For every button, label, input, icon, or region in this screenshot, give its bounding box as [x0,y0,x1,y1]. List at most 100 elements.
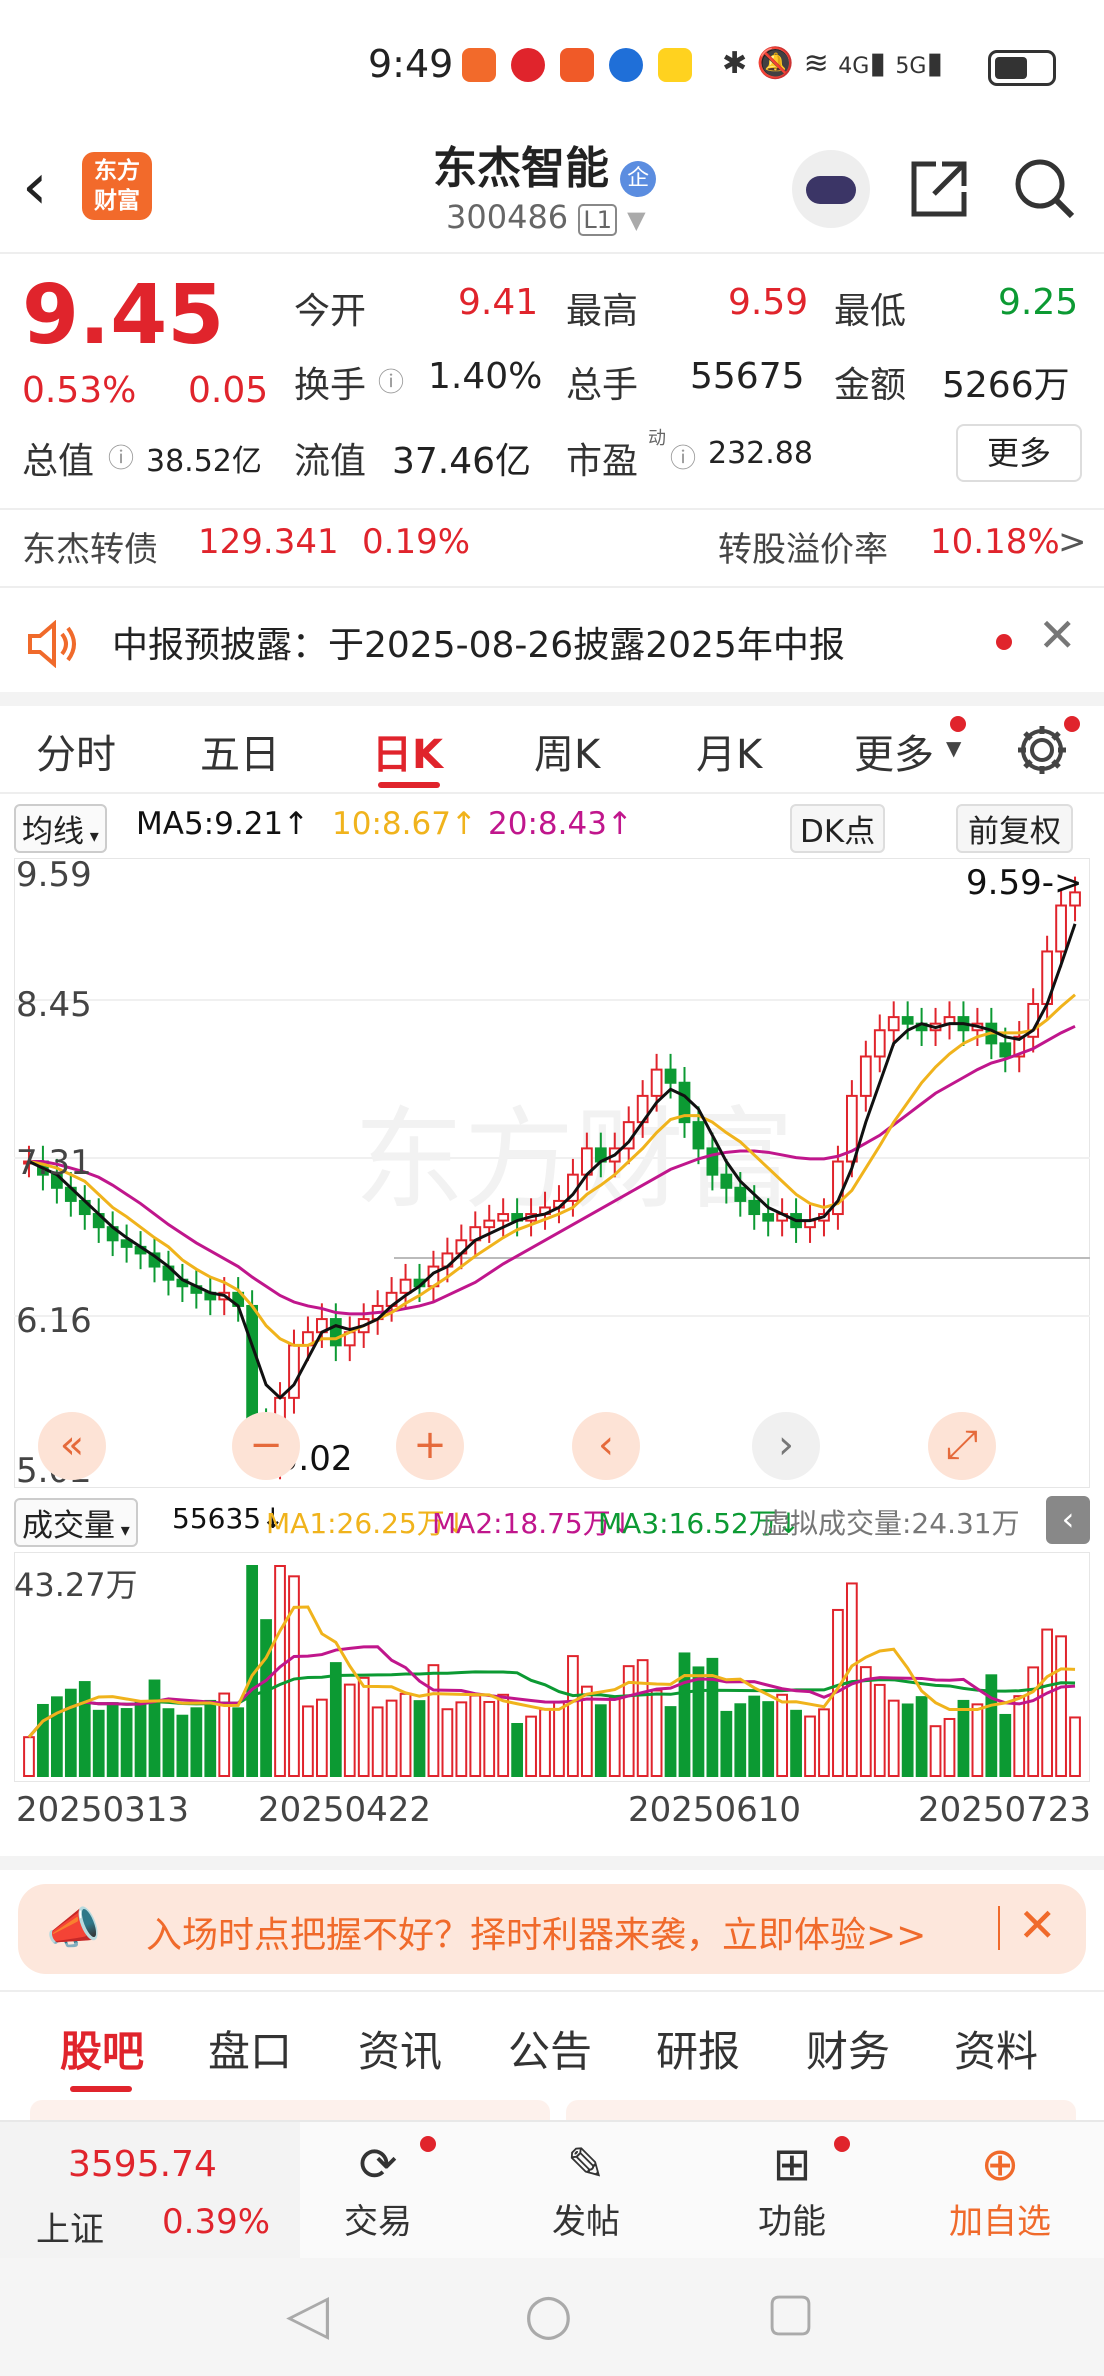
volume-bar [567,1655,579,1777]
y-tick-4: 6.16 [16,1301,92,1341]
tab-research[interactable]: 研报 [656,2018,740,2079]
adjust-button[interactable]: 前复权 [956,804,1073,853]
stock-name: 东杰智能 [433,143,609,194]
open-value: 9.41 [458,282,539,323]
tab-guba[interactable]: 股吧 [60,2018,144,2079]
tab-daily-k[interactable]: 日K [372,722,443,780]
volume-bar [511,1723,524,1778]
volume-bar [859,1666,872,1777]
tab-monthly-k[interactable]: 月K [696,722,762,780]
stock-code-row[interactable]: 300486 L1 ▼ [446,198,646,236]
kline-chart[interactable]: 东方财富 9.59 8.45 7.31 6.16 5.02 9.59-> <-5… [13,855,1091,1491]
low-value: 9.25 [998,282,1079,323]
more-quote-button[interactable]: 更多 [956,424,1082,482]
close-icon[interactable]: ✕ [1038,608,1077,662]
candle [650,1068,663,1097]
close-icon[interactable]: ✕ [1018,1898,1057,1952]
zoom-in-icon[interactable]: + [396,1412,464,1480]
volume-bar [678,1652,691,1777]
bluetooth-icon: ✱ [722,46,748,81]
post-icon: ✎ [566,2137,606,2191]
notification-icons [462,48,702,82]
y-tick-1: 9.59 [16,858,92,895]
dk-point-button[interactable]: DK点 [790,804,886,853]
candle [859,1055,872,1097]
date-tick-1: 20250313 [16,1790,190,1830]
ma-select[interactable]: 均线 ▾ [14,804,107,853]
volume-bar [148,1679,161,1777]
y-tick-3: 7.31 [16,1143,92,1183]
collapse-panel-icon[interactable]: ‹ [1046,1496,1090,1544]
volume-bar [1027,1666,1040,1777]
info-icon[interactable]: ⓘ [378,362,404,399]
candle [873,1029,886,1058]
volume-bar [999,1713,1012,1778]
date-tick-2: 20250422 [258,1790,432,1830]
gear-icon[interactable] [1014,722,1070,778]
tab-profile[interactable]: 资料 [954,2018,1038,2079]
bank-notify-icon [511,48,546,82]
volume-bar [720,1710,733,1778]
expand-icon[interactable]: ⤢ [928,1412,996,1480]
nav-trade[interactable]: ⟳ 交易 [318,2134,438,2243]
float-label: 流值 [294,441,367,482]
mktcap-value: 38.52亿 [146,444,262,479]
tab-finance[interactable]: 财务 [806,2018,890,2079]
unread-dot [950,716,966,732]
volume-bar [553,1701,565,1778]
tab-more[interactable]: 更多 [854,722,934,780]
meituan-notify-icon [658,48,693,82]
change-percent: 0.53% [22,370,137,411]
date-tick-3: 20250610 [628,1790,802,1830]
share-icon[interactable] [906,156,972,222]
chevron-left-icon[interactable]: ‹ [572,1412,640,1480]
ma5-value: MA5:9.21↑ [136,806,310,842]
high-value: 9.59 [728,282,809,323]
assistant-avatar[interactable] [792,150,870,228]
tab-announcements[interactable]: 公告 [508,2018,592,2079]
volume-bar [483,1700,496,1777]
taobao-notify-icon [560,48,595,82]
ma-indicator-bar: 均线 ▾ MA5:9.21↑ 10:8.67↑ 20:8.43↑ DK点 前复权 [0,800,1104,853]
recents-nav-icon[interactable]: ▢ [766,2282,815,2342]
bottom-nav: 3595.74 上证 0.39% ⟳ 交易 ✎ 发帖 ⊞ 功能 ⊕ 加自选 [0,2120,1104,2258]
volume-bar [734,1703,747,1778]
ad-banner[interactable]: 📣 入场时点把握不好？择时利器来袭，立即体验>> ✕ [18,1884,1086,1974]
tab-intraday[interactable]: 分时 [36,722,116,780]
volume-bar [385,1699,398,1778]
volume-bar [134,1700,147,1777]
mute-icon: 🔕 [756,46,795,81]
zoom-out-icon[interactable]: − [232,1412,300,1480]
back-nav-icon[interactable]: ◁ [286,2282,329,2347]
convertible-bond-row[interactable]: 东杰转债 129.341 0.19% 转股溢价率 10.18% > [0,512,1104,578]
info-icon[interactable]: ⓘ [670,438,696,475]
index-ticker[interactable]: 3595.74 上证 0.39% [0,2122,300,2258]
notice-bar[interactable]: 中报预披露：于2025-08-26披露2025年中报 ✕ [0,590,1104,692]
premium-label: 转股溢价率 [718,530,888,570]
chevron-right-icon[interactable]: › [752,1412,820,1480]
tab-news[interactable]: 资讯 [358,2018,442,2079]
home-nav-icon[interactable]: ○ [524,2282,573,2347]
amount-value: 5266万 [942,365,1070,406]
nav-add-watchlist[interactable]: ⊕ 加自选 [930,2134,1070,2243]
tab-weekly-k[interactable]: 周K [534,722,600,780]
bond-percent: 0.19% [362,522,471,562]
volume-bar [162,1708,175,1777]
app-logo[interactable]: 东方 财富 [82,152,152,220]
info-icon[interactable]: ⓘ [108,438,134,475]
tab-pankou[interactable]: 盘口 [208,2018,292,2079]
search-icon[interactable] [1012,156,1078,222]
open-label: 今开 [294,291,367,332]
candle [497,1213,510,1222]
volume-bar [1055,1635,1067,1777]
rewind-icon[interactable]: « [38,1412,106,1480]
nav-function[interactable]: ⊞ 功能 [732,2134,852,2243]
notice-text: 中报预披露：于2025-08-26披露2025年中报 [112,625,845,666]
volume-bar [1013,1695,1026,1778]
volume-bar [315,1698,328,1777]
date-axis: 20250313 20250422 20250610 20250723 [0,1784,1104,1848]
nav-post[interactable]: ✎ 发帖 [526,2134,646,2243]
volume-select[interactable]: 成交量 ▾ [14,1498,138,1547]
tab-five-day[interactable]: 五日 [200,722,280,780]
back-icon[interactable]: ‹ [22,150,48,224]
